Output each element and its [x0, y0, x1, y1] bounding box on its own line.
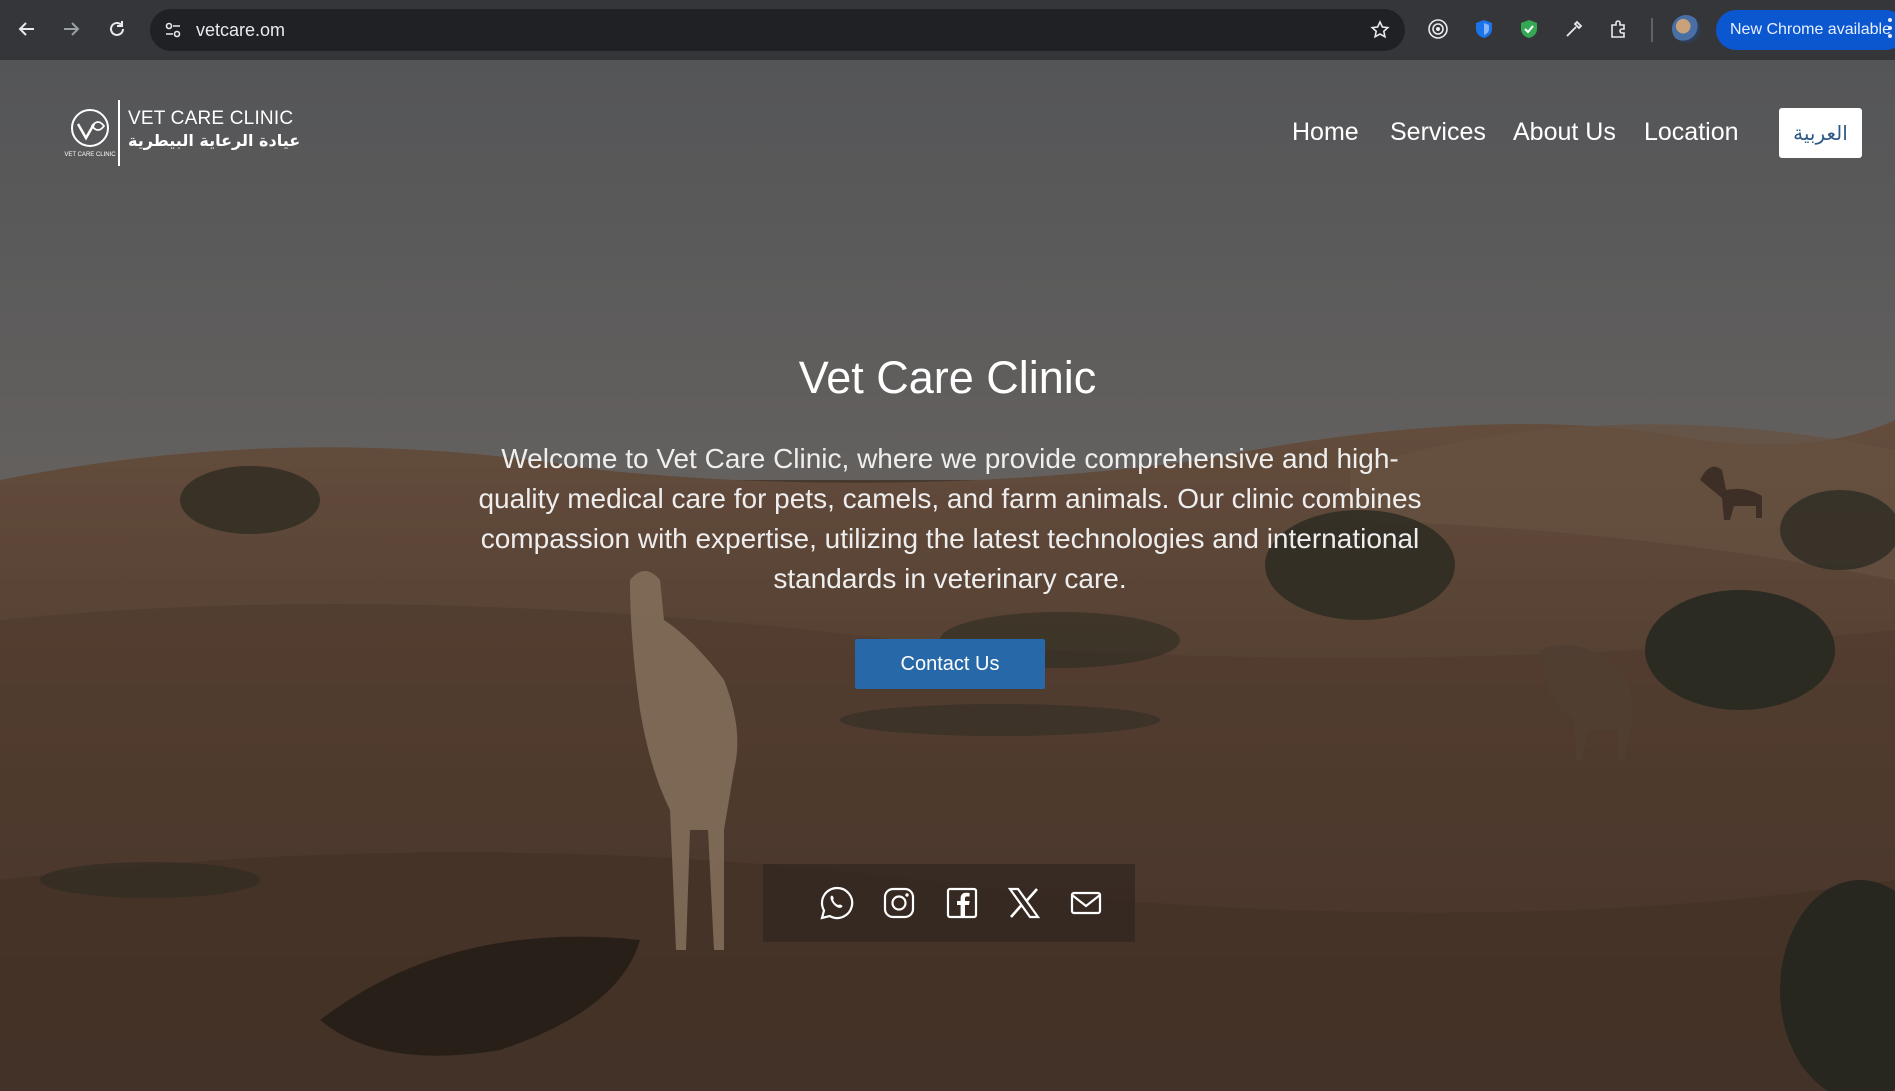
extensions-puzzle-icon[interactable]: [1605, 15, 1633, 43]
eyedropper-icon[interactable]: [1560, 15, 1588, 43]
chrome-menu-icon[interactable]: [1886, 18, 1895, 42]
back-button[interactable]: [12, 14, 42, 44]
reload-button[interactable]: [102, 14, 132, 44]
page-viewport: VET CARE CLINIC VET CARE CLINIC عيادة ال…: [0, 60, 1895, 1091]
toolbar-divider: [1651, 18, 1653, 42]
extension-target-icon[interactable]: [1424, 15, 1452, 43]
profile-avatar[interactable]: [1672, 15, 1700, 43]
new-chrome-available-button[interactable]: New Chrome available: [1716, 10, 1895, 50]
bookmark-star-icon[interactable]: [1367, 17, 1393, 43]
clinic-logo-mark-icon: VET CARE CLINIC: [64, 109, 116, 158]
logo-divider: [118, 100, 120, 166]
arabic-language-button[interactable]: العربية: [1779, 108, 1862, 158]
hero-title: Vet Care Clinic: [798, 352, 1097, 403]
nav-about-us[interactable]: About Us: [1513, 118, 1616, 147]
site-logo[interactable]: VET CARE CLINIC VET CARE CLINIC عيادة ال…: [62, 100, 300, 166]
svg-text:VET CARE CLINIC: VET CARE CLINIC: [64, 152, 116, 158]
forward-button[interactable]: [56, 14, 86, 44]
back-arrow-icon: [18, 22, 34, 36]
nav-home[interactable]: Home: [1292, 118, 1359, 147]
logo-name-english: VET CARE CLINIC: [128, 108, 294, 129]
x-twitter-icon[interactable]: [1006, 885, 1042, 921]
contact-us-button[interactable]: Contact Us: [855, 639, 1045, 689]
whatsapp-icon[interactable]: [819, 885, 855, 921]
browser-toolbar: vetcare.om New Chrome available: [0, 0, 1895, 60]
url-text: vetcare.om: [196, 20, 286, 40]
forward-arrow-icon: [64, 22, 80, 36]
address-bar[interactable]: vetcare.om: [150, 9, 1405, 51]
instagram-icon[interactable]: [881, 885, 917, 921]
site-info-icon[interactable]: [160, 17, 186, 43]
nav-location[interactable]: Location: [1644, 118, 1739, 147]
facebook-icon[interactable]: [944, 885, 980, 921]
logo-name-arabic: عيادة الرعاية البيطرية: [128, 131, 301, 150]
extension-shield-green-icon[interactable]: [1515, 15, 1543, 43]
reload-icon: [110, 21, 124, 36]
hero-description: Welcome to Vet Care Clinic, where we pro…: [478, 443, 1422, 594]
email-icon[interactable]: [1068, 885, 1104, 921]
extension-shield-blue-icon[interactable]: [1470, 15, 1498, 43]
nav-services[interactable]: Services: [1390, 118, 1486, 147]
social-links-bar: [763, 864, 1135, 942]
